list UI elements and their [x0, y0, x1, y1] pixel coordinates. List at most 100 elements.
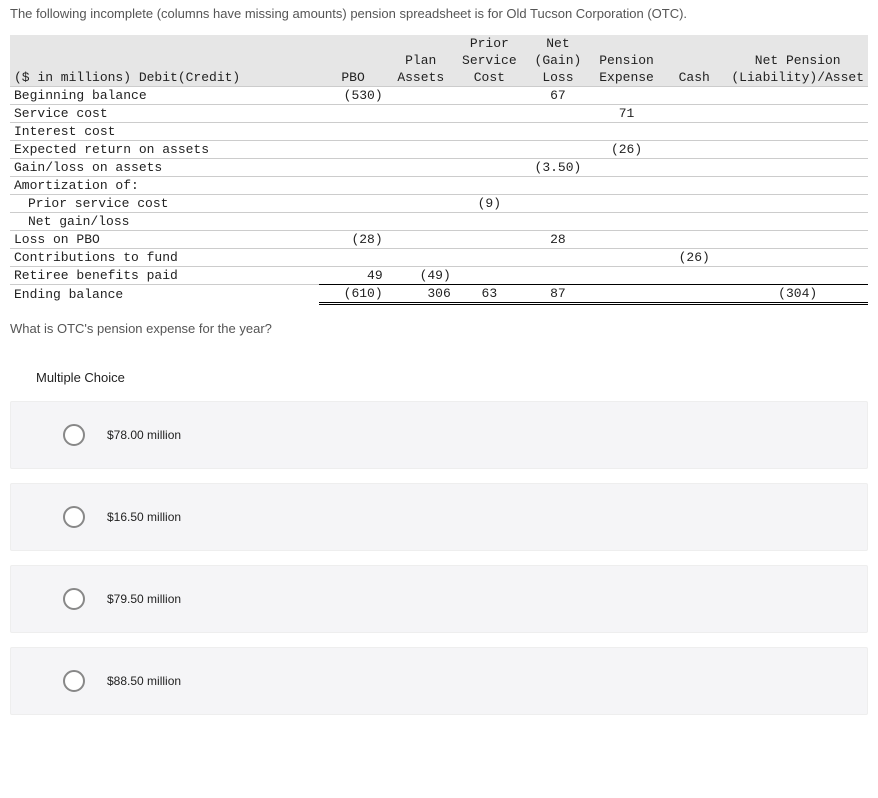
- row-label: Prior service cost: [10, 195, 319, 213]
- hdr-cost: Cost: [455, 69, 524, 87]
- cell-pbo: 49: [319, 267, 386, 285]
- cell-prior: [455, 105, 524, 123]
- cell-prior: [455, 141, 524, 159]
- option-d[interactable]: $88.50 million: [10, 647, 868, 715]
- cell-net: [524, 105, 592, 123]
- cell-pension: (26): [592, 141, 661, 159]
- cell-net: [524, 195, 592, 213]
- cell-prior: [455, 249, 524, 267]
- cell-pension: [592, 123, 661, 141]
- row-label: Expected return on assets: [10, 141, 319, 159]
- header-row-2: Plan Service (Gain) Pension Net Pension: [10, 52, 868, 69]
- hdr-blank: [661, 52, 727, 69]
- cell-cash: [661, 177, 727, 195]
- ending-row: Ending balance(610)3066387(304): [10, 285, 868, 304]
- cell-pension: [592, 267, 661, 285]
- cell-plan: [387, 177, 455, 195]
- cell-net: (3.50): [524, 159, 592, 177]
- option-c[interactable]: $79.50 million: [10, 565, 868, 633]
- cell-cash: [661, 141, 727, 159]
- radio-icon: [63, 506, 85, 528]
- table-row: Prior service cost(9): [10, 195, 868, 213]
- cell-pbo: [319, 177, 386, 195]
- row-label: Amortization of:: [10, 177, 319, 195]
- row-label: Service cost: [10, 105, 319, 123]
- cell-liab: (304): [727, 285, 868, 304]
- table-body: Beginning balance(530)67Service cost71In…: [10, 87, 868, 304]
- cell-pension: [592, 177, 661, 195]
- hdr-pbo: PBO: [319, 69, 386, 87]
- hdr-pension: Pension: [592, 52, 661, 69]
- cell-plan: (49): [387, 267, 455, 285]
- cell-cash: (26): [661, 249, 727, 267]
- options-group: $78.00 million $16.50 million $79.50 mil…: [0, 391, 878, 715]
- cell-liab: [727, 105, 868, 123]
- cell-prior: [455, 267, 524, 285]
- cell-pbo: [319, 105, 386, 123]
- row-label: Net gain/loss: [10, 213, 319, 231]
- row-label: Interest cost: [10, 123, 319, 141]
- hdr-blank: [387, 35, 455, 52]
- pension-table-wrap: Prior Net Plan Service (Gain) Pension Ne…: [0, 35, 878, 305]
- hdr-loss: Loss: [524, 69, 592, 87]
- cell-pension: [592, 195, 661, 213]
- cell-pbo: [319, 195, 386, 213]
- cell-cash: [661, 195, 727, 213]
- cell-plan: [387, 159, 455, 177]
- cell-net: [524, 123, 592, 141]
- option-b[interactable]: $16.50 million: [10, 483, 868, 551]
- cell-cash: [661, 123, 727, 141]
- cell-plan: [387, 249, 455, 267]
- cell-plan: [387, 213, 455, 231]
- hdr-blank: [319, 52, 386, 69]
- cell-liab: [727, 195, 868, 213]
- hdr-gain: (Gain): [524, 52, 592, 69]
- cell-liab: [727, 213, 868, 231]
- cell-plan: [387, 195, 455, 213]
- cell-net: [524, 177, 592, 195]
- cell-cash: [661, 87, 727, 105]
- row-label: Retiree benefits paid: [10, 267, 319, 285]
- cell-prior: 63: [455, 285, 524, 304]
- cell-liab: [727, 231, 868, 249]
- cell-prior: [455, 159, 524, 177]
- row-label: Gain/loss on assets: [10, 159, 319, 177]
- table-row: Gain/loss on assets (3.50): [10, 159, 868, 177]
- hdr-blank: [319, 35, 386, 52]
- multiple-choice-label: Multiple Choice: [0, 342, 878, 391]
- cell-plan: 306: [387, 285, 455, 304]
- cell-liab: [727, 159, 868, 177]
- header-row-1: Prior Net: [10, 35, 868, 52]
- cell-liab: [727, 267, 868, 285]
- table-row: Service cost 71: [10, 105, 868, 123]
- cell-pbo: (28): [319, 231, 386, 249]
- option-a[interactable]: $78.00 million: [10, 401, 868, 469]
- radio-icon: [63, 670, 85, 692]
- hdr-blank: [727, 35, 868, 52]
- question-text: What is OTC's pension expense for the ye…: [0, 305, 878, 342]
- hdr-blank: [592, 35, 661, 52]
- hdr-cash: Cash: [661, 69, 727, 87]
- cell-pbo: [319, 213, 386, 231]
- header-row-3: ($ in millions) Debit(Credit) PBO Assets…: [10, 69, 868, 87]
- cell-pbo: [319, 123, 386, 141]
- cell-plan: [387, 87, 455, 105]
- hdr-label: ($ in millions) Debit(Credit): [10, 69, 319, 87]
- cell-pension: 71: [592, 105, 661, 123]
- pension-table: Prior Net Plan Service (Gain) Pension Ne…: [10, 35, 868, 305]
- intro-text: The following incomplete (columns have m…: [0, 0, 878, 35]
- cell-prior: [455, 231, 524, 249]
- cell-net: 28: [524, 231, 592, 249]
- cell-pension: [592, 285, 661, 304]
- cell-liab: [727, 249, 868, 267]
- cell-liab: [727, 123, 868, 141]
- cell-prior: [455, 177, 524, 195]
- cell-plan: [387, 123, 455, 141]
- hdr-liability: (Liability)/Asset: [727, 69, 868, 87]
- hdr-prior: Prior: [455, 35, 524, 52]
- hdr-assets: Assets: [387, 69, 455, 87]
- option-label: $78.00 million: [107, 428, 181, 442]
- cell-net: [524, 249, 592, 267]
- table-row: Net gain/loss: [10, 213, 868, 231]
- row-label: Ending balance: [10, 285, 319, 304]
